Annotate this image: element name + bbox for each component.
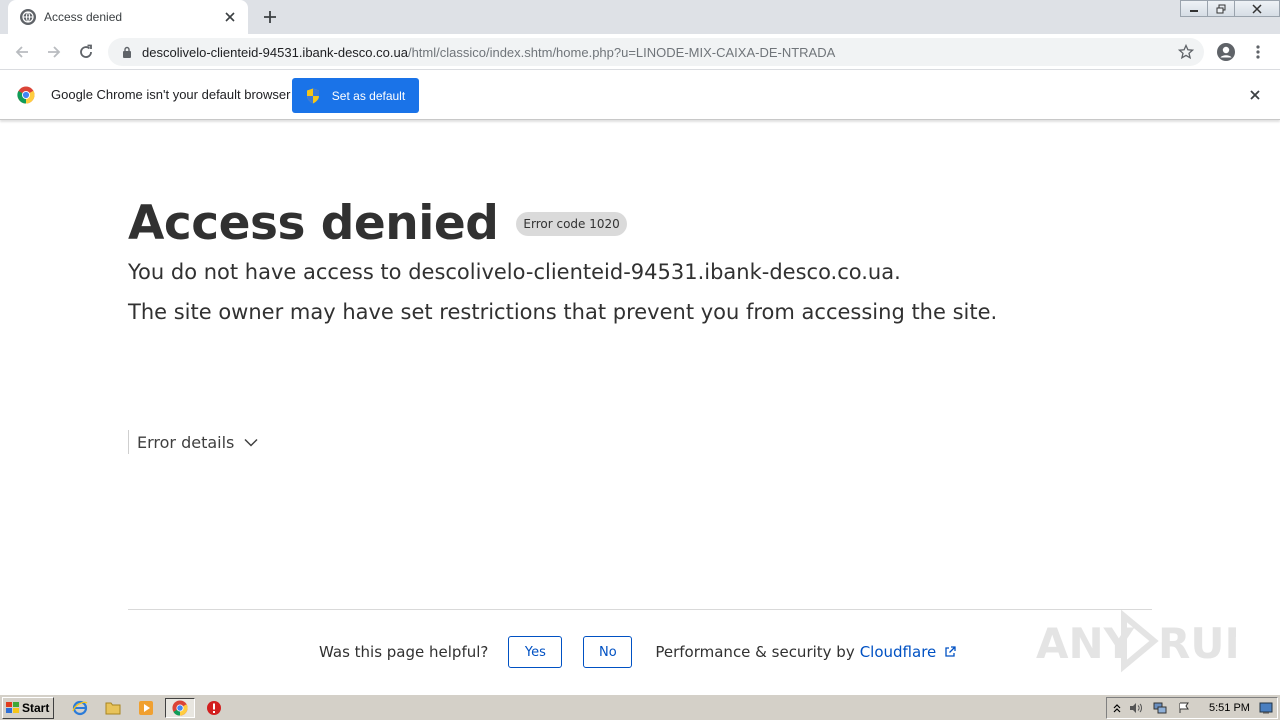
- back-arrow-icon[interactable]: [10, 40, 34, 64]
- yes-button[interactable]: Yes: [508, 636, 563, 668]
- new-tab-icon[interactable]: [259, 6, 281, 28]
- bookmark-star-icon[interactable]: [1178, 44, 1194, 60]
- system-tray: 5:51 PM: [1106, 697, 1278, 719]
- watermark-text-right: RUN: [1158, 619, 1236, 668]
- restriction-message: The site owner may have set restrictions…: [128, 300, 998, 324]
- url-host: descolivelo-clienteid-94531.ibank-desco.…: [142, 44, 408, 60]
- explorer-folder-icon[interactable]: [103, 698, 123, 718]
- kebab-menu-icon[interactable]: [1248, 40, 1268, 64]
- watermark-text-left: ANY: [1036, 619, 1135, 668]
- action-center-flag-icon[interactable]: [1177, 701, 1191, 715]
- performance-text: Performance & security by: [655, 643, 855, 661]
- start-label: Start: [22, 701, 50, 715]
- close-window-icon[interactable]: [1234, 0, 1280, 17]
- anyrun-watermark-logo: ANY RUN: [1036, 609, 1236, 673]
- external-link-icon: [945, 646, 956, 657]
- globe-icon: [20, 9, 36, 25]
- show-desktop-icon[interactable]: [1259, 701, 1273, 715]
- windows-taskbar: Start 5:51 PM: [0, 694, 1280, 720]
- window-controls: [1180, 0, 1280, 18]
- footer-divider: [128, 609, 1152, 610]
- profile-avatar-icon[interactable]: [1214, 40, 1238, 64]
- error-details-toggle[interactable]: Error details: [128, 430, 258, 454]
- browser-tab[interactable]: Access denied: [8, 0, 248, 34]
- show-hidden-icons-icon[interactable]: [1110, 701, 1124, 715]
- page-title: Access denied: [128, 196, 499, 251]
- volume-icon[interactable]: [1129, 701, 1143, 715]
- infobar-message: Google Chrome isn't your default browser: [51, 87, 291, 102]
- reload-icon[interactable]: [74, 40, 98, 64]
- forward-arrow-icon[interactable]: [42, 40, 66, 64]
- error-code-badge: Error code 1020: [516, 211, 627, 236]
- tab-title: Access denied: [44, 10, 123, 24]
- url-path: /html/classico/index.shtm/home.php?u=LIN…: [407, 44, 836, 60]
- close-tab-icon[interactable]: [222, 9, 238, 25]
- access-message: You do not have access to descolivelo-cl…: [128, 260, 901, 284]
- start-button[interactable]: Start: [2, 697, 54, 719]
- taskbar-clock[interactable]: 5:51 PM: [1209, 702, 1250, 714]
- default-browser-infobar: Google Chrome isn't your default browser…: [0, 70, 1280, 120]
- tab-strip: Access denied: [0, 0, 1280, 34]
- error-details-label: Error details: [137, 432, 235, 452]
- uac-shield-icon: [306, 88, 319, 103]
- chrome-logo-icon: [17, 86, 35, 104]
- chrome-icon[interactable]: [165, 698, 195, 718]
- lock-icon[interactable]: [120, 45, 134, 59]
- set-as-default-label: Set as default: [331, 88, 406, 103]
- cloudflare-link[interactable]: Cloudflare: [860, 643, 937, 661]
- helpful-question: Was this page helpful?: [319, 643, 489, 661]
- restore-icon[interactable]: [1207, 0, 1235, 17]
- close-infobar-icon[interactable]: [1246, 86, 1264, 104]
- ie-icon[interactable]: [70, 698, 90, 718]
- browser-toolbar: descolivelo-clienteid-94531.ibank-desco.…: [0, 34, 1280, 70]
- set-as-default-button[interactable]: Set as default: [292, 78, 419, 113]
- network-icon[interactable]: [1153, 701, 1167, 715]
- chevron-down-icon: [244, 438, 258, 447]
- address-bar[interactable]: descolivelo-clienteid-94531.ibank-desco.…: [108, 38, 1204, 66]
- feedback-row: Was this page helpful? Yes No Performanc…: [319, 636, 956, 668]
- media-player-icon[interactable]: [136, 698, 156, 718]
- heading-row: Access denied Error code 1020: [128, 196, 627, 251]
- stop-icon[interactable]: [204, 698, 224, 718]
- url-text: descolivelo-clienteid-94531.ibank-desco.…: [142, 45, 835, 60]
- minimize-icon[interactable]: [1180, 0, 1208, 17]
- windows-logo-icon: [6, 702, 19, 713]
- no-button[interactable]: No: [583, 636, 633, 668]
